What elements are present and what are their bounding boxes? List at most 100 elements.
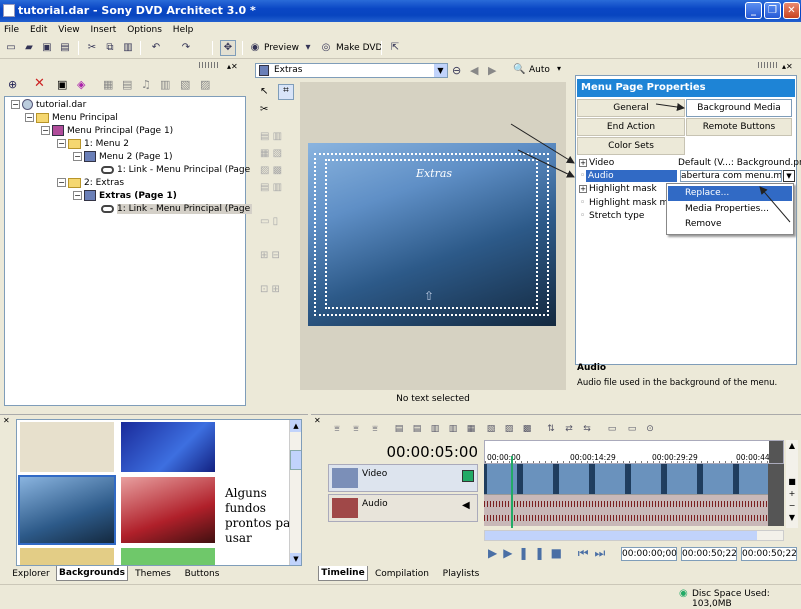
close-button[interactable]: ✕ bbox=[783, 2, 800, 19]
dropdown-arrow-icon[interactable]: ▾ bbox=[300, 40, 316, 56]
menu-insert[interactable]: Insert bbox=[86, 22, 120, 38]
timeline-tool-icon[interactable]: ▩ bbox=[520, 422, 534, 436]
tab-backgrounds[interactable]: Backgrounds bbox=[56, 566, 128, 581]
timeline-tool-icon[interactable]: ⩸ bbox=[330, 422, 344, 436]
track-toggle-icon[interactable] bbox=[462, 470, 474, 482]
thumb-red[interactable] bbox=[121, 477, 215, 543]
speaker-icon[interactable]: ◀ bbox=[462, 500, 470, 511]
save-icon[interactable]: ▣ bbox=[39, 40, 55, 56]
tree-item-menu-2[interactable]: −1: Menu 2 bbox=[57, 138, 129, 150]
insert-title-icon[interactable]: ▧ bbox=[180, 78, 190, 91]
tab-remote-buttons[interactable]: Remote Buttons bbox=[686, 118, 792, 136]
panel-close-icon[interactable]: ✕ bbox=[314, 416, 321, 425]
new-icon[interactable]: ▭ bbox=[3, 40, 19, 56]
delete-icon[interactable]: ✕ bbox=[34, 76, 45, 91]
tab-timeline[interactable]: Timeline bbox=[318, 566, 368, 581]
timeline-tool-icon[interactable]: ▨ bbox=[502, 422, 516, 436]
expand-icon[interactable]: + bbox=[579, 185, 587, 193]
back-arrow-button-icon[interactable]: ⇧ bbox=[424, 289, 434, 303]
menu-file[interactable]: File bbox=[0, 22, 23, 38]
zoom-icon[interactable]: 🔍 bbox=[513, 64, 525, 75]
timeline-tool-icon[interactable]: ⩸ bbox=[368, 422, 382, 436]
scissors-tool-icon[interactable]: ✂ bbox=[260, 104, 268, 115]
tab-buttons[interactable]: Buttons bbox=[180, 567, 224, 581]
preview-button[interactable]: Preview bbox=[264, 41, 299, 55]
timeline-tool-icon[interactable]: ⇆ bbox=[580, 422, 594, 436]
menu-edit[interactable]: Edit bbox=[26, 22, 51, 38]
timeline-tool-icon[interactable]: ⇅ bbox=[544, 422, 558, 436]
track-header-video[interactable]: Video bbox=[328, 464, 478, 492]
timeline-tool-icon[interactable]: ▭ bbox=[625, 422, 639, 436]
open-icon[interactable]: ▰ bbox=[21, 40, 37, 56]
scrollbar[interactable]: ▲ ▼ bbox=[289, 420, 301, 565]
redo-icon[interactable]: ↷ bbox=[178, 40, 194, 56]
preview-icon[interactable]: ◉ bbox=[247, 40, 263, 56]
transport-controls[interactable]: ▶▶❚❚■ ⏮⏭ bbox=[488, 546, 611, 561]
tree-item-menu-2-page[interactable]: − Menu 2 (Page 1) bbox=[73, 151, 173, 163]
tree-item-menu-principal-page[interactable]: − Menu Principal (Page 1) bbox=[41, 125, 173, 137]
menu-item-replace[interactable]: Replace... bbox=[668, 186, 792, 201]
timeline-tool-icon[interactable]: ⊙ bbox=[643, 422, 657, 436]
tree-item-root[interactable]: − tutorial.dar bbox=[11, 99, 86, 111]
audio-clip[interactable] bbox=[484, 494, 768, 526]
help-pointer-icon[interactable]: ⇱ bbox=[387, 40, 403, 56]
forward-icon[interactable]: ▶ bbox=[488, 64, 496, 77]
insert-slideshow-icon[interactable]: ▤ bbox=[122, 78, 132, 91]
insert-media-icon[interactable]: ▦ bbox=[103, 78, 113, 91]
copy-icon[interactable]: ⧉ bbox=[102, 40, 118, 56]
menu-preview[interactable]: Extras ⇧ bbox=[308, 143, 556, 326]
chevron-down-icon[interactable]: ▼ bbox=[434, 64, 447, 77]
tab-color-sets[interactable]: Color Sets bbox=[577, 137, 685, 155]
insert-scene-icon[interactable]: ▥ bbox=[160, 78, 170, 91]
make-dvd-button[interactable]: Make DVD bbox=[336, 41, 382, 55]
snap-icon[interactable]: ✥ bbox=[220, 40, 236, 56]
prop-row-video[interactable]: + Video Default (V...: Background.png bbox=[577, 157, 801, 170]
thumb-world-map[interactable] bbox=[20, 422, 114, 472]
tab-general[interactable]: General bbox=[577, 99, 685, 117]
timeline-tool-icon[interactable]: ▧ bbox=[484, 422, 498, 436]
video-clip[interactable] bbox=[484, 464, 768, 494]
minimize-button[interactable]: _ bbox=[745, 2, 762, 19]
prev-page-icon[interactable]: ⊖ bbox=[452, 64, 461, 77]
thumb-gold[interactable] bbox=[20, 548, 114, 565]
timeline-tool-icon[interactable]: ▤ bbox=[392, 422, 406, 436]
tab-background-media[interactable]: Background Media bbox=[686, 99, 792, 117]
properties-icon[interactable]: ▤ bbox=[57, 40, 73, 56]
expand-icon[interactable]: + bbox=[579, 159, 587, 167]
timeline-ruler[interactable]: 00:00:00 00:00:14:29 00:00:29:29 00:00:4… bbox=[484, 440, 784, 464]
vertical-scrollbar[interactable]: ▲ ■ + − ▼ bbox=[786, 440, 798, 528]
prop-row-audio[interactable]: ◦ Audio abertura com menu.mpg ▼ bbox=[577, 170, 795, 183]
menu-item-remove[interactable]: Remove bbox=[668, 217, 792, 232]
menu-help[interactable]: Help bbox=[169, 22, 198, 38]
playhead[interactable] bbox=[511, 456, 513, 528]
timeline-tool-icon[interactable]: ▥ bbox=[428, 422, 442, 436]
timeline-tool-icon[interactable]: ▦ bbox=[464, 422, 478, 436]
thumb-green[interactable] bbox=[121, 548, 215, 565]
insert-button-icon[interactable]: ▨ bbox=[200, 78, 210, 91]
pin-icon[interactable]: ▴✕ bbox=[227, 62, 238, 71]
thumb-blue[interactable] bbox=[121, 422, 215, 472]
tab-explorer[interactable]: Explorer bbox=[6, 567, 56, 581]
tab-end-action[interactable]: End Action bbox=[577, 118, 685, 136]
end-time-field[interactable]: 00:00:50;22 bbox=[741, 547, 797, 561]
tree-item-menu-principal[interactable]: − Menu Principal bbox=[25, 112, 118, 124]
arrow-tool-icon[interactable]: ↖ bbox=[260, 86, 268, 97]
insert-menu-icon[interactable]: ▣ bbox=[57, 78, 67, 91]
timeline-tool-icon[interactable]: ▭ bbox=[605, 422, 619, 436]
selection-length-field[interactable]: 00:00:50;22 bbox=[681, 547, 737, 561]
timeline-tool-icon[interactable]: ⇄ bbox=[562, 422, 576, 436]
horizontal-scrollbar[interactable] bbox=[484, 530, 784, 541]
track-header-audio[interactable]: Audio ◀ bbox=[328, 494, 478, 522]
timeline-tool-icon[interactable]: ⩸ bbox=[349, 422, 363, 436]
menu-options[interactable]: Options bbox=[123, 22, 166, 38]
panel-close-icon[interactable]: ✕ bbox=[3, 416, 10, 425]
audio-dropdown-button[interactable]: ▼ bbox=[783, 170, 795, 182]
undo-icon[interactable]: ↶ bbox=[148, 40, 164, 56]
menu-view[interactable]: View bbox=[54, 22, 83, 38]
timeline-tool-icon[interactable]: ▤ bbox=[410, 422, 424, 436]
zoom-value[interactable]: Auto bbox=[529, 65, 550, 75]
grid-tool-icon[interactable]: ⌗ bbox=[278, 84, 294, 100]
back-icon[interactable]: ◀ bbox=[470, 64, 478, 77]
tree-item-extras[interactable]: −2: Extras bbox=[57, 177, 124, 189]
tree-item-link-selected[interactable]: 1: Link - Menu Principal (Page 1) bbox=[101, 203, 263, 215]
